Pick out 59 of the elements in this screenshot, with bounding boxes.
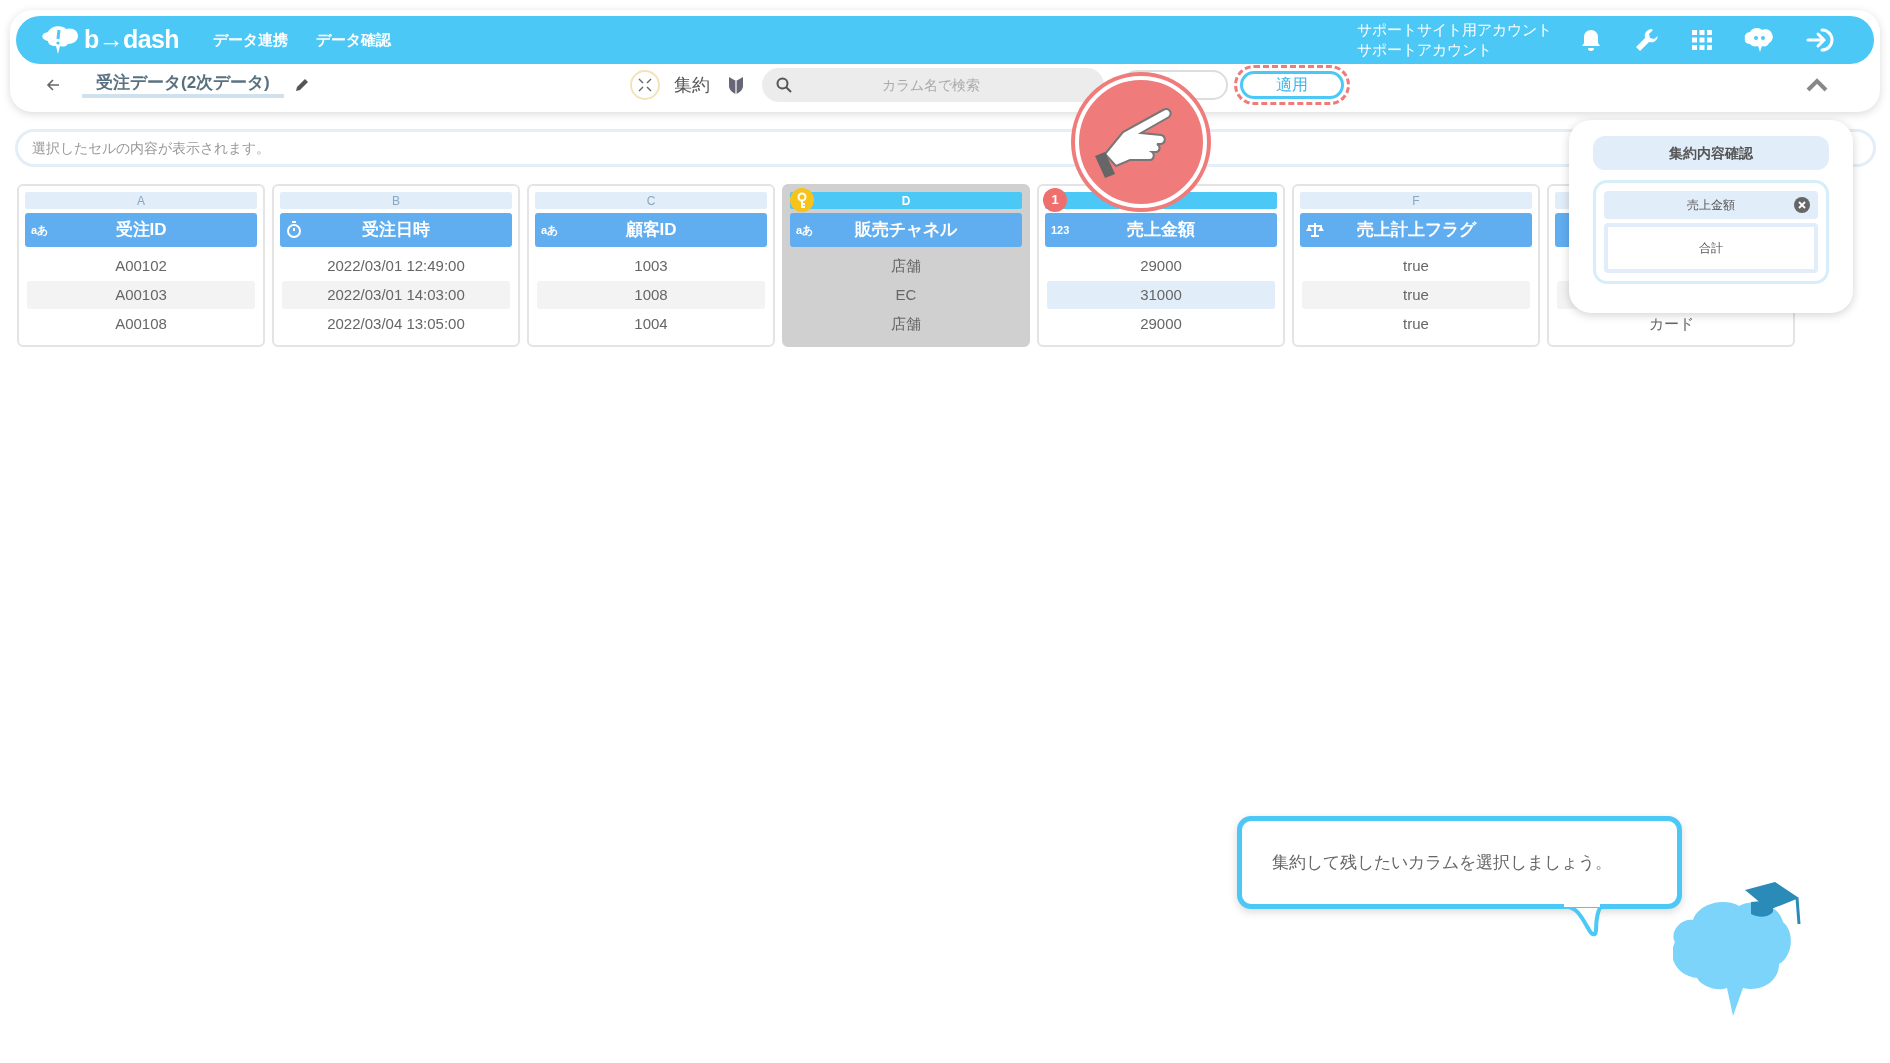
table-cell[interactable]: A00108 (27, 310, 255, 338)
bell-icon[interactable] (1580, 28, 1602, 52)
table-cell[interactable]: カード (1557, 310, 1785, 338)
pencil-icon[interactable] (293, 77, 310, 93)
search-icon (775, 77, 792, 93)
table-cell[interactable]: 31000 (1047, 281, 1275, 309)
mode-label: 集約 (673, 73, 710, 97)
dataset-title[interactable]: 受注データ(2次データ) (82, 72, 284, 98)
summary-column-chip[interactable]: 売上金額 (1604, 191, 1818, 219)
search-input[interactable]: カラム名で検索 (791, 74, 1090, 96)
table-cell[interactable]: A00103 (27, 281, 255, 309)
wrench-icon[interactable] (1634, 27, 1660, 53)
column-card[interactable]: F 売上計上フラグ true true true (1292, 184, 1540, 347)
search-field[interactable]: カラム名で検索 (761, 68, 1104, 102)
table-cell[interactable]: 店舗 (792, 310, 1020, 338)
table-cell[interactable]: 1003 (537, 252, 765, 280)
stopwatch-icon (286, 221, 302, 239)
popup-title: 集約内容確認 (1593, 136, 1829, 170)
column-card[interactable]: C aあ 顧客ID 1003 1008 1004 (527, 184, 775, 347)
table-cell[interactable]: 2022/03/01 12:49:00 (282, 252, 510, 280)
scale-icon (1306, 222, 1324, 238)
back-button[interactable] (46, 77, 62, 93)
account-name: サポートサイト用アカウント (1357, 20, 1552, 40)
column-card[interactable]: 1 123 売上金額 29000 31000 29000 (1037, 184, 1285, 347)
table-cell[interactable]: true (1302, 310, 1530, 338)
type-label: 123 (1051, 222, 1070, 238)
function-select[interactable]: 合計 (1604, 223, 1818, 273)
column-card[interactable]: B 受注日時 2022/03/01 12:49:00 2022/03/01 14:03:00 2022/03/04 13:05:00 (272, 184, 520, 347)
column-letter: C (646, 193, 656, 208)
table-cell[interactable]: 1004 (537, 310, 765, 338)
column-letter: A (137, 193, 145, 208)
grid-icon[interactable] (1692, 30, 1712, 50)
shield-icon[interactable] (727, 75, 744, 95)
column-card[interactable]: D aあ 販売チャネル 店舗 EC 店舗 (782, 184, 1030, 347)
table-cell[interactable]: A00102 (27, 252, 255, 280)
table-cell[interactable]: 29000 (1047, 252, 1275, 280)
close-icon[interactable] (1794, 197, 1810, 213)
step-badge: 1 (1043, 188, 1067, 212)
column-card[interactable]: A aあ 受注ID A00102 A00103 A00108 (17, 184, 265, 347)
logo-text: b→dash (84, 24, 179, 56)
table-cell[interactable]: 29000 (1047, 310, 1275, 338)
back-arrow-icon (46, 78, 60, 92)
table-cell[interactable]: 1008 (537, 281, 765, 309)
column-letter: F (1412, 193, 1420, 208)
type-label: aあ (31, 222, 49, 238)
table-cell[interactable]: 2022/03/04 13:05:00 (282, 310, 510, 338)
aggregate-icon[interactable] (629, 70, 660, 100)
tutorial-speech-bubble: 集約して残したいカラムを選択しましょう。 (1237, 816, 1682, 909)
table-cell[interactable]: 店舗 (792, 252, 1020, 280)
account-name: サポートアカウント (1357, 40, 1493, 60)
column-letter: D (901, 193, 911, 208)
column-letter: B (392, 193, 400, 208)
table-cell[interactable]: true (1302, 281, 1530, 309)
type-label: aあ (541, 222, 559, 238)
table-cell[interactable]: 2022/03/01 14:03:00 (282, 281, 510, 309)
table-cell[interactable]: true (1302, 252, 1530, 280)
collapse-chevron-icon[interactable] (1806, 78, 1828, 92)
table-cell[interactable]: EC (792, 281, 1020, 309)
type-label: aあ (796, 222, 814, 238)
